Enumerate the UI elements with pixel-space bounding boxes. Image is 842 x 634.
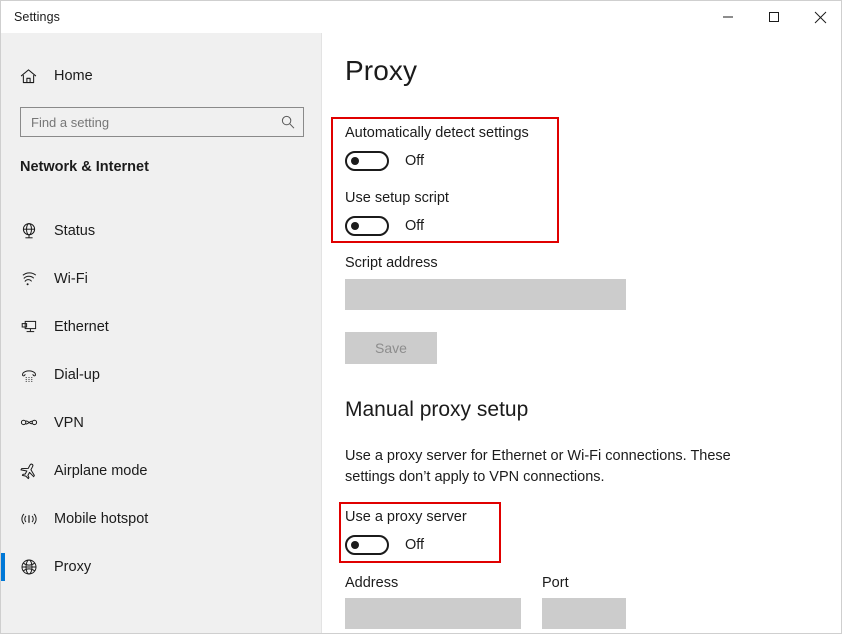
selection-accent-bar xyxy=(1,217,5,245)
page-title: Proxy xyxy=(345,55,418,86)
sidebar-item-ethernet[interactable]: Ethernet xyxy=(1,303,322,351)
script-address-input[interactable] xyxy=(345,279,626,310)
save-button[interactable]: Save xyxy=(345,332,437,364)
toggle-knob xyxy=(351,222,359,230)
sidebar-item-dialup[interactable]: Dial-up xyxy=(1,351,322,399)
maximize-icon xyxy=(768,11,780,23)
setup-script-toggle[interactable] xyxy=(345,216,389,236)
selection-accent-bar xyxy=(1,409,5,437)
toggle-knob xyxy=(351,541,359,549)
auto-detect-label: Automatically detect settings xyxy=(345,125,529,141)
sidebar-item-label: Wi-Fi xyxy=(54,271,88,287)
sidebar-item-vpn[interactable]: VPN xyxy=(1,399,322,447)
selection-accent-bar xyxy=(1,457,5,485)
port-input[interactable] xyxy=(542,598,626,629)
search-icon[interactable] xyxy=(275,109,301,135)
status-globe-icon xyxy=(18,220,40,242)
sidebar-item-wifi[interactable]: Wi-Fi xyxy=(1,255,322,303)
selection-accent-bar xyxy=(1,265,5,293)
minimize-icon xyxy=(722,11,734,23)
home-label: Home xyxy=(54,68,93,84)
sidebar-item-label: Status xyxy=(54,223,96,239)
sidebar-item-label: Proxy xyxy=(54,559,92,575)
use-proxy-server-label: Use a proxy server xyxy=(345,509,467,525)
globe-icon xyxy=(18,556,40,578)
minimize-button[interactable] xyxy=(705,1,751,33)
setup-script-toggle-row: Off xyxy=(345,216,424,236)
dialup-phone-icon xyxy=(18,364,40,386)
selection-accent-bar xyxy=(1,553,5,581)
search-input[interactable] xyxy=(21,109,275,135)
selection-accent-bar xyxy=(1,361,5,389)
title-bar: Settings xyxy=(1,1,841,33)
content-pane: Proxy Automatically detect settings Off … xyxy=(323,33,841,633)
selection-accent-bar xyxy=(1,313,5,341)
maximize-button[interactable] xyxy=(751,1,797,33)
sidebar-item-label: VPN xyxy=(54,415,84,431)
close-button[interactable] xyxy=(797,1,841,33)
auto-detect-toggle-row: Off xyxy=(345,151,424,171)
sidebar-item-home[interactable]: Home xyxy=(1,61,322,91)
search-box[interactable] xyxy=(20,107,304,137)
vpn-icon xyxy=(18,412,40,434)
sidebar-item-label: Dial-up xyxy=(54,367,100,383)
close-icon xyxy=(814,11,827,24)
ethernet-icon xyxy=(18,316,40,338)
sidebar-item-mobile-hotspot[interactable]: Mobile hotspot xyxy=(1,495,322,543)
sidebar-item-status[interactable]: Status xyxy=(1,207,322,255)
use-proxy-server-toggle[interactable] xyxy=(345,535,389,555)
sidebar-item-label: Mobile hotspot xyxy=(54,511,149,527)
manual-proxy-setup-description: Use a proxy server for Ethernet or Wi-Fi… xyxy=(345,448,731,485)
mobile-hotspot-icon xyxy=(18,508,40,530)
sidebar-item-label: Ethernet xyxy=(54,319,109,335)
script-address-label: Script address xyxy=(345,255,438,271)
sidebar: Home Network & Internet xyxy=(1,1,322,633)
sidebar-item-airplane-mode[interactable]: Airplane mode xyxy=(1,447,322,495)
airplane-icon xyxy=(18,460,40,482)
sidebar-category-title: Network & Internet xyxy=(20,159,149,175)
use-proxy-server-state: Off xyxy=(405,537,425,553)
setup-script-state: Off xyxy=(405,218,425,234)
sidebar-item-label: Airplane mode xyxy=(54,463,148,479)
home-icon xyxy=(18,66,38,86)
auto-detect-toggle[interactable] xyxy=(345,151,389,171)
auto-detect-state: Off xyxy=(405,153,425,169)
manual-proxy-setup-heading: Manual proxy setup xyxy=(345,398,529,421)
selection-accent-bar xyxy=(1,505,5,533)
wifi-icon xyxy=(18,268,40,290)
use-proxy-server-toggle-row: Off xyxy=(345,535,424,555)
setup-script-label: Use setup script xyxy=(345,190,449,206)
address-input[interactable] xyxy=(345,598,521,629)
sidebar-item-proxy[interactable]: Proxy xyxy=(1,543,322,591)
port-label: Port xyxy=(542,575,569,591)
window-caption-buttons xyxy=(705,1,841,33)
settings-window: Settings Home Find a setting Network & I… xyxy=(0,0,842,634)
sidebar-nav-list: Status Wi-Fi Ethernet Dial-up VPN Airpla… xyxy=(1,207,322,591)
toggle-knob xyxy=(351,157,359,165)
address-label: Address xyxy=(345,575,399,591)
window-title: Settings xyxy=(14,10,60,24)
